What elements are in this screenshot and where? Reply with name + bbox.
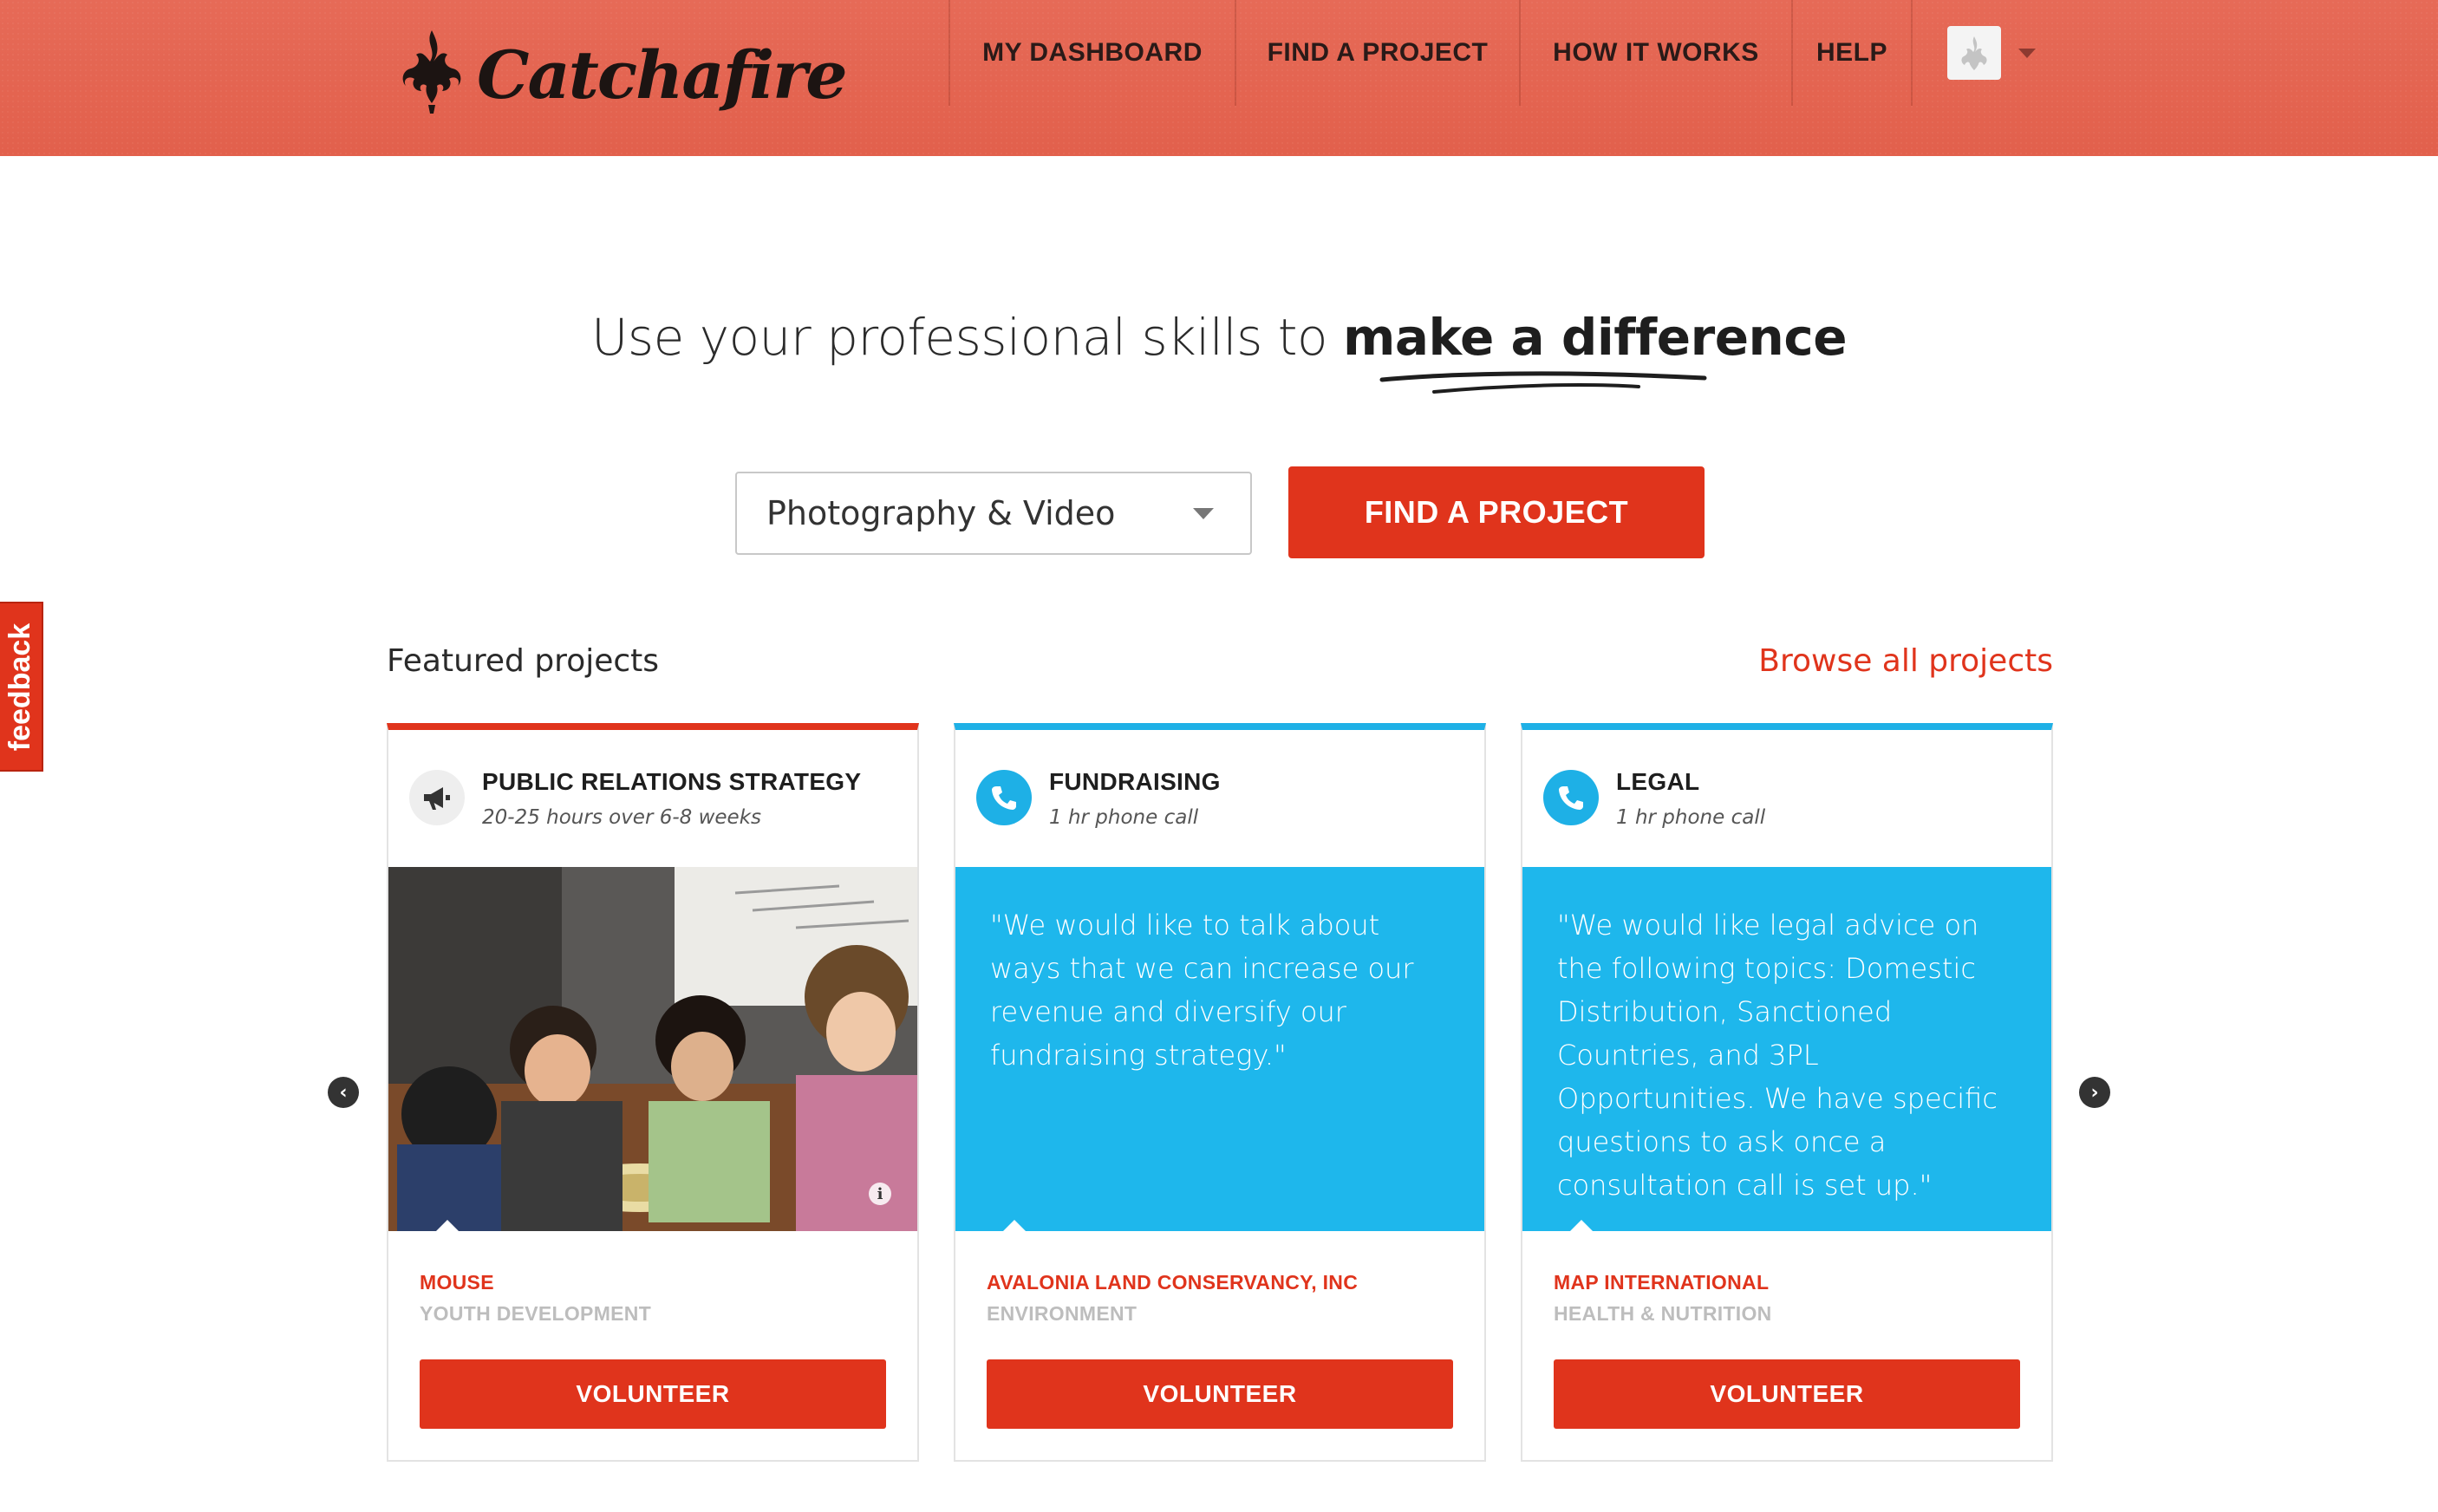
flame-icon [1961,36,1987,70]
card-header: FUNDRAISING 1 hr phone call [955,730,1484,867]
org-name[interactable]: MAP INTERNATIONAL [1554,1271,1769,1294]
org-name[interactable]: MOUSE [420,1271,494,1294]
underline-swoosh-icon [1379,371,1707,394]
project-card[interactable]: PUBLIC RELATIONS STRATEGY 20-25 hours ov… [387,723,919,1462]
nav-help[interactable]: HELP [1793,0,1911,106]
classroom-photo [388,867,917,1231]
browse-all-link[interactable]: Browse all projects [1758,643,2053,679]
phone-icon [1543,770,1599,825]
site-header: Catchafire MY DASHBOARD FIND A PROJECT H… [0,0,2438,156]
org-category: ENVIRONMENT [987,1302,1138,1325]
chevron-down-icon [1193,508,1214,519]
volunteer-button[interactable]: VOLUNTEER [987,1359,1453,1429]
card-duration: 1 hr phone call [1049,806,1199,829]
hero-title-lead: Use your professional skills to [590,308,1328,367]
project-photo: i [388,867,917,1231]
volunteer-button[interactable]: VOLUNTEER [1554,1359,2020,1429]
media-notch [1002,1220,1027,1232]
megaphone-icon [409,770,465,825]
main-nav: MY DASHBOARD FIND A PROJECT HOW IT WORKS… [948,0,2036,106]
card-header: LEGAL 1 hr phone call [1522,730,2051,867]
hero-title-emphasis: make a difference [1342,308,1848,367]
user-menu[interactable] [1913,0,2036,106]
quote-text: "We would like to talk about ways that w… [990,909,1414,1072]
card-title[interactable]: LEGAL [1616,768,1699,796]
project-card[interactable]: LEGAL 1 hr phone call "We would like leg… [1521,723,2053,1462]
card-title[interactable]: FUNDRAISING [1049,768,1221,796]
phone-icon [976,770,1032,825]
nav-how-it-works[interactable]: HOW IT WORKS [1521,0,1791,106]
card-title[interactable]: PUBLIC RELATIONS STRATEGY [482,768,861,796]
media-notch [435,1220,460,1231]
feedback-tab[interactable]: feedback [0,602,43,772]
chevron-right-icon: › [2090,1081,2099,1104]
project-quote: "We would like legal advice on the follo… [1522,867,2051,1232]
avatar[interactable] [1947,26,2001,80]
volunteer-button[interactable]: VOLUNTEER [420,1359,886,1429]
featured-heading: Featured projects [387,643,660,679]
card-duration: 1 hr phone call [1616,806,1766,829]
skill-select[interactable]: Photography & Video [735,472,1252,555]
logo[interactable]: Catchafire [399,24,848,120]
hero-title: Use your professional skills to make a d… [0,308,2438,367]
card-duration: 20-25 hours over 6-8 weeks [482,806,762,829]
find-project-button[interactable]: FIND A PROJECT [1288,466,1705,558]
chevron-down-icon[interactable] [2018,48,2036,58]
media-notch [1569,1220,1594,1232]
org-category: YOUTH DEVELOPMENT [420,1302,652,1325]
project-quote: "We would like to talk about ways that w… [955,867,1484,1232]
quote-text: "We would like legal advice on the follo… [1557,909,1998,1202]
org-category: HEALTH & NUTRITION [1554,1302,1772,1325]
nav-my-dashboard[interactable]: MY DASHBOARD [950,0,1235,106]
project-card[interactable]: FUNDRAISING 1 hr phone call "We would li… [954,723,1486,1462]
nav-find-a-project[interactable]: FIND A PROJECT [1236,0,1519,106]
flame-logo-icon [402,30,461,114]
feedback-label: feedback [3,622,37,751]
logo-text: Catchafire [477,36,848,114]
carousel-next-button[interactable]: › [2079,1077,2110,1108]
chevron-left-icon: ‹ [339,1081,348,1104]
info-icon[interactable]: i [869,1183,891,1205]
skill-select-value: Photography & Video [766,494,1116,532]
card-header: PUBLIC RELATIONS STRATEGY 20-25 hours ov… [388,730,917,867]
org-name[interactable]: AVALONIA LAND CONSERVANCY, INC [987,1271,1358,1294]
carousel-prev-button[interactable]: ‹ [328,1077,359,1108]
